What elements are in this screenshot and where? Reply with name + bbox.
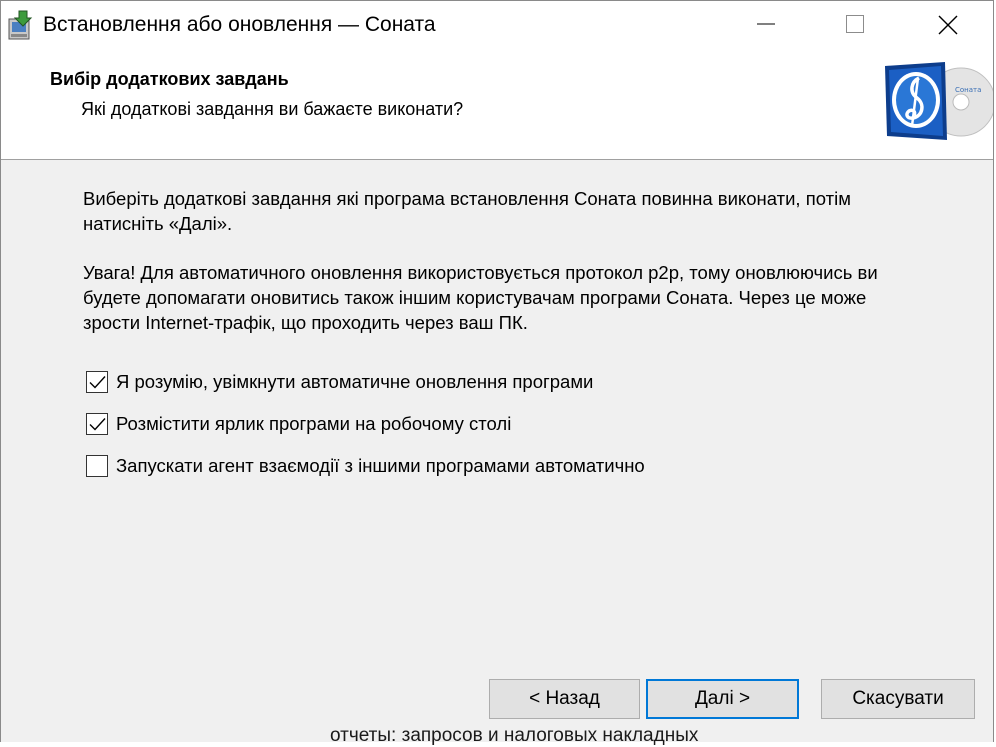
- wizard-header: Вибір додаткових завдань Які додаткові з…: [1, 48, 996, 160]
- autostart-agent-checkbox[interactable]: [86, 455, 108, 477]
- intro-text: Виберіть додаткові завдання які програма…: [83, 188, 851, 234]
- title-bar[interactable]: Встановлення або оновлення — Соната: [1, 1, 993, 48]
- background-window-text: отчеты: запросов и налоговых накладных: [330, 725, 699, 746]
- svg-text:Соната: Соната: [955, 86, 981, 94]
- next-button[interactable]: Далі >: [646, 679, 799, 719]
- autostart-agent-option[interactable]: Запускати агент взаємодії з іншими прогр…: [86, 453, 645, 479]
- checkmark-icon: [89, 418, 106, 431]
- cancel-button[interactable]: Скасувати: [821, 679, 975, 719]
- minimize-icon: [757, 23, 775, 25]
- window-title: Встановлення або оновлення — Соната: [43, 13, 436, 36]
- auto-update-checkbox[interactable]: [86, 371, 108, 393]
- close-icon: [938, 15, 958, 35]
- close-button[interactable]: [901, 1, 993, 48]
- auto-update-label[interactable]: Я розумію, увімкнути автоматичне оновлен…: [116, 371, 593, 393]
- page-title: Вибір додаткових завдань: [50, 69, 289, 89]
- p2p-warning-text: Увага! Для автоматичного оновлення викор…: [83, 262, 878, 333]
- minimize-button[interactable]: [721, 1, 813, 48]
- desktop-shortcut-label[interactable]: Розмістити ярлик програми на робочому ст…: [116, 413, 511, 435]
- page-subtitle: Які додаткові завдання ви бажаєте викона…: [81, 99, 464, 119]
- maximize-button[interactable]: [809, 1, 901, 48]
- back-button[interactable]: < Назад: [489, 679, 640, 719]
- checkmark-icon: [89, 376, 106, 389]
- installer-app-icon: [7, 9, 37, 41]
- autostart-agent-label[interactable]: Запускати агент взаємодії з іншими прогр…: [116, 455, 645, 477]
- desktop-shortcut-option[interactable]: Розмістити ярлик програми на робочому ст…: [86, 411, 511, 437]
- sonata-logo-icon: Соната: [881, 60, 996, 146]
- desktop-shortcut-checkbox[interactable]: [86, 413, 108, 435]
- installer-window: Встановлення або оновлення — Соната Вибі…: [0, 0, 996, 742]
- auto-update-option[interactable]: Я розумію, увімкнути автоматичне оновлен…: [86, 369, 593, 395]
- maximize-icon: [846, 15, 864, 33]
